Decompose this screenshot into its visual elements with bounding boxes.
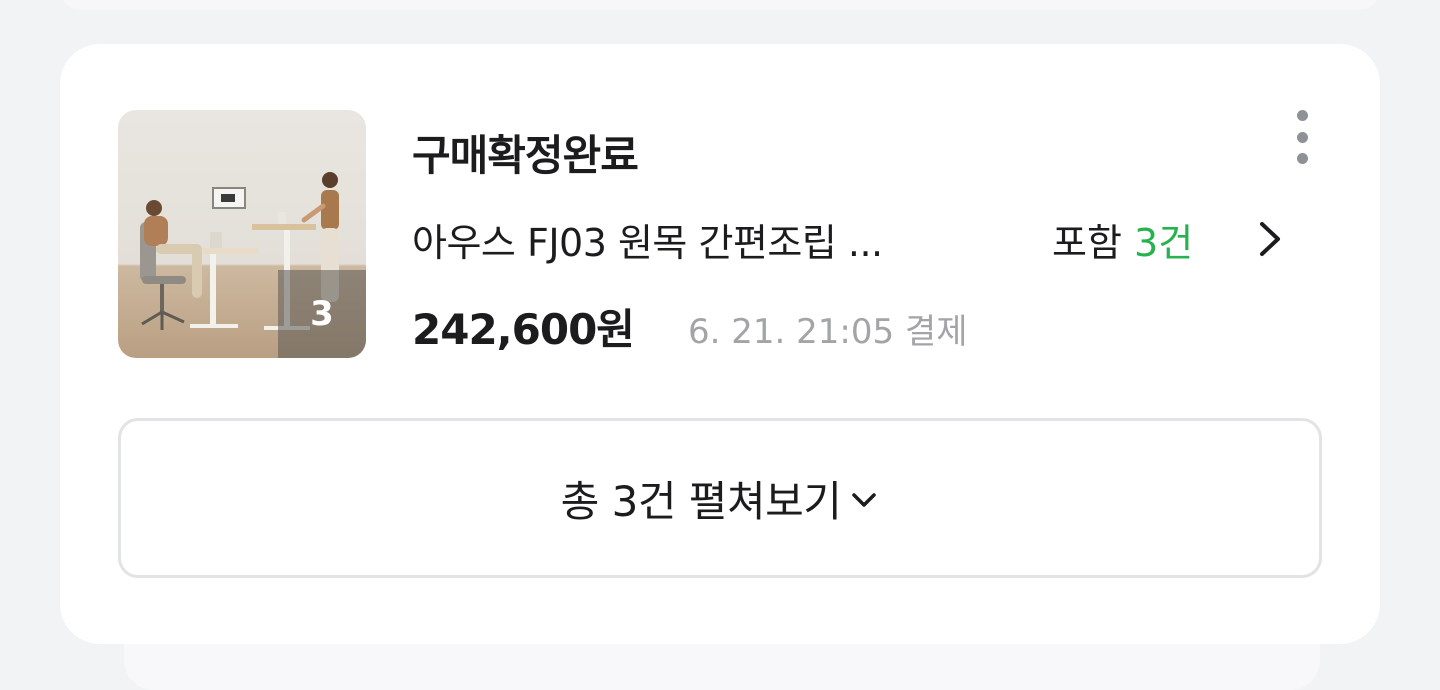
previous-card-edge bbox=[60, 0, 1380, 10]
order-price: 242,600원 bbox=[412, 305, 635, 354]
chevron-right-icon[interactable] bbox=[1254, 218, 1284, 260]
chevron-down-icon bbox=[852, 493, 877, 507]
product-thumbnail[interactable]: 3 bbox=[118, 110, 366, 358]
order-status: 구매확정완료 bbox=[412, 131, 639, 180]
included-items: 포함 3건 bbox=[1052, 212, 1193, 267]
product-row[interactable]: 아우스 FJ03 원목 간편조립 ... 포함 3건 bbox=[412, 212, 1292, 268]
image-count-badge: 3 bbox=[278, 270, 366, 358]
include-prefix: 포함 bbox=[1052, 221, 1122, 265]
product-name: 아우스 FJ03 원목 간편조립 ... bbox=[412, 221, 883, 265]
expand-items-button[interactable]: 총 3건 펼쳐보기 bbox=[118, 418, 1322, 578]
payment-info: 6. 21. 21:05 결제 bbox=[688, 312, 968, 352]
expand-label: 총 3건 펼쳐보기 bbox=[560, 476, 842, 526]
order-card: 3 구매확정완료 아우스 FJ03 원목 간편조립 ... 포함 3건 242,… bbox=[60, 44, 1380, 644]
include-count: 3건 bbox=[1134, 221, 1194, 265]
more-vertical-icon[interactable] bbox=[1290, 110, 1314, 164]
